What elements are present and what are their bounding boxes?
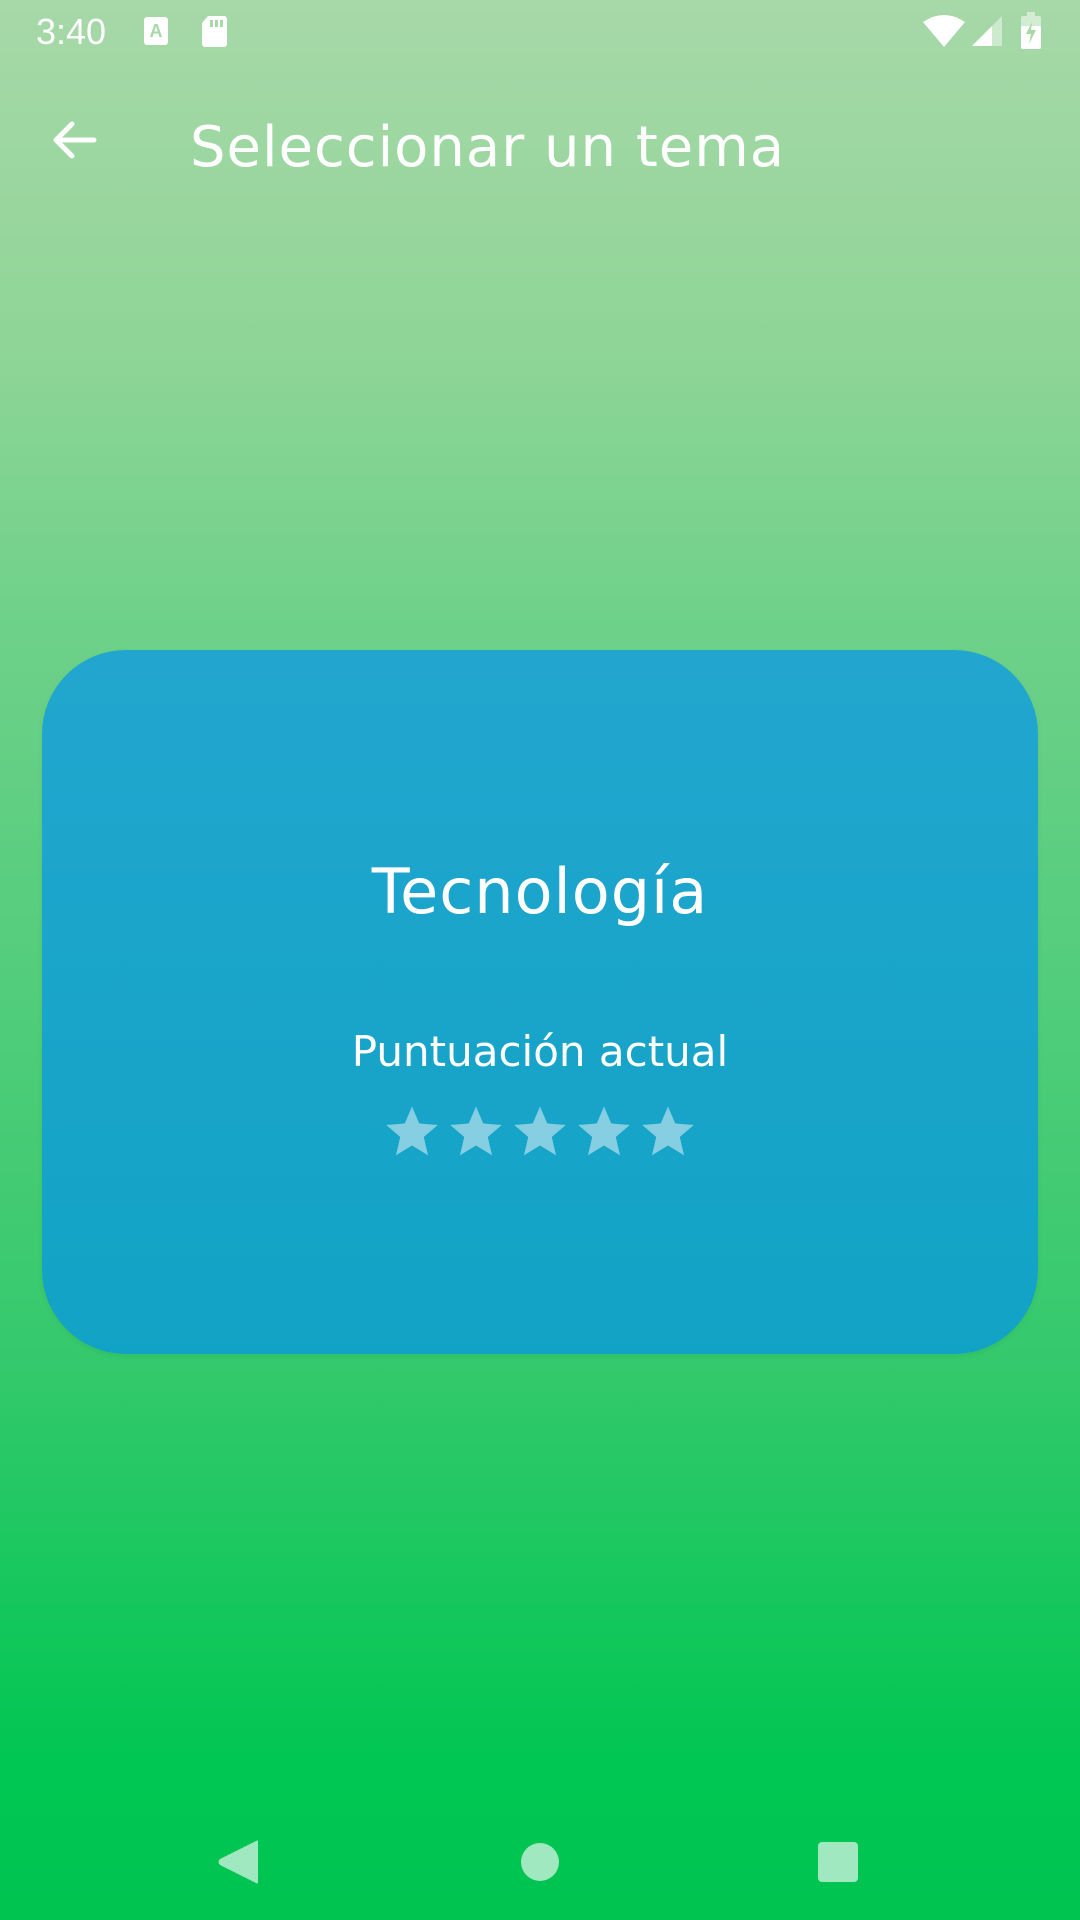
circle-home-icon (521, 1843, 559, 1881)
signal-icon (970, 14, 1004, 52)
star-rating (42, 1102, 1038, 1162)
wifi-icon (922, 14, 966, 52)
star-icon (642, 1106, 694, 1156)
nav-home-button[interactable] (510, 1832, 570, 1892)
topic-title: Tecnología (371, 855, 709, 928)
score-label: Puntuación actual (351, 1027, 729, 1076)
page-title: Seleccionar un tema (190, 115, 786, 180)
navigation-bar (0, 1800, 1080, 1920)
svg-text:A: A (150, 21, 163, 41)
status-time: 3:40 (36, 11, 107, 52)
star-icon (386, 1106, 438, 1156)
nav-recents-button[interactable] (808, 1832, 868, 1892)
app-bar: Seleccionar un tema (0, 64, 1080, 224)
status-bar: 3:40 A (0, 0, 1080, 64)
star-icon (450, 1106, 502, 1156)
nav-back-button[interactable] (208, 1832, 268, 1892)
star-icon (514, 1106, 566, 1156)
topic-card[interactable]: Tecnología Puntuación actual (42, 650, 1038, 1354)
font-download-icon: A (142, 14, 170, 52)
arrow-back-icon (53, 121, 97, 159)
square-recents-icon (818, 1842, 858, 1882)
star-icon (578, 1106, 630, 1156)
back-button[interactable] (38, 104, 110, 176)
sd-card-icon (200, 14, 228, 52)
battery-charging-icon (1020, 12, 1042, 54)
triangle-back-icon (218, 1840, 258, 1884)
